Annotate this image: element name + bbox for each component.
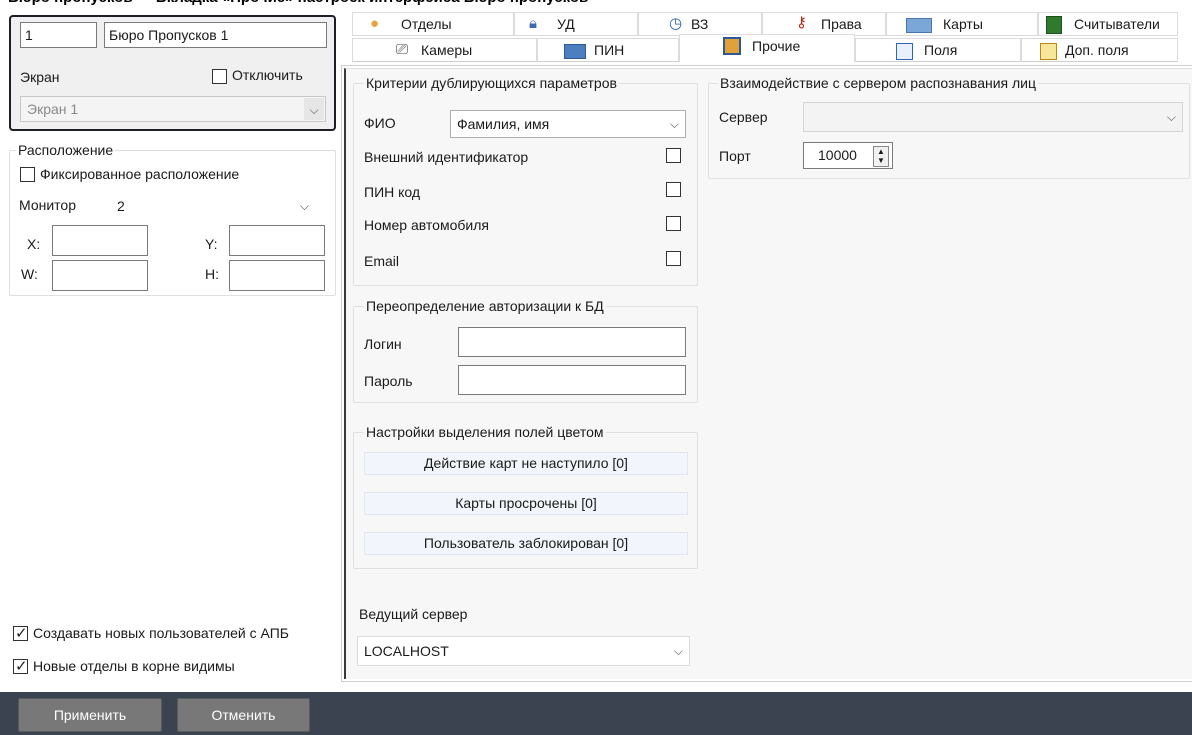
tab-label: Считыватели bbox=[1074, 16, 1160, 32]
chevron-down-icon: ⌵ bbox=[673, 644, 683, 658]
disable-label: Отключить bbox=[232, 67, 303, 83]
tab-other[interactable]: Прочие bbox=[679, 34, 855, 62]
screen-number-input[interactable]: 1 bbox=[20, 22, 97, 48]
apply-button[interactable]: Применить bbox=[18, 698, 162, 732]
spin-buttons-icon[interactable]: ▲ ▼ bbox=[873, 146, 889, 167]
tab-label: Права bbox=[821, 16, 862, 32]
login-label: Логин bbox=[364, 336, 402, 352]
tab-label: УД bbox=[557, 16, 575, 32]
reader-icon bbox=[1046, 16, 1062, 34]
tab-departments[interactable]: ● Отделы bbox=[352, 12, 514, 36]
tab-time-zones[interactable]: ◷ ВЗ bbox=[638, 12, 762, 36]
duplicates-legend: Критерии дублирующихся параметров bbox=[364, 75, 619, 91]
card-icon bbox=[906, 18, 932, 33]
lead-server-select[interactable]: LOCALHOST ⌵ bbox=[357, 636, 690, 666]
screen-select-value: Экран 1 bbox=[27, 101, 79, 117]
h-input[interactable] bbox=[229, 260, 325, 291]
not-started-color-button[interactable]: Действие карт не наступило [0] bbox=[364, 452, 688, 475]
tab-extra-fields[interactable]: Доп. поля bbox=[1021, 38, 1178, 62]
key-icon: ⚷ bbox=[796, 14, 807, 31]
lock-icon: 🔒︎ bbox=[529, 15, 537, 32]
face-server-legend: Взаимодействие с сервером распознавания … bbox=[718, 75, 1039, 91]
tab-readers[interactable]: Считыватели bbox=[1038, 12, 1178, 36]
person-icon: ● bbox=[370, 15, 380, 32]
x-label: X: bbox=[27, 236, 41, 252]
create-apb-checkbox[interactable] bbox=[13, 624, 28, 642]
car-number-label: Номер автомобиля bbox=[364, 217, 489, 233]
cropped-caption: Бюро пропусков — Вкладка «Прочие» настро… bbox=[0, 0, 1192, 5]
monitor-select-value: 2 bbox=[117, 198, 125, 214]
tab-label: Карты bbox=[943, 16, 983, 32]
blocked-color-button[interactable]: Пользователь заблокирован [0] bbox=[364, 532, 688, 555]
monitor-label: Монитор bbox=[19, 197, 76, 213]
pin-code-label: ПИН код bbox=[364, 184, 421, 200]
pin-code-checkbox[interactable] bbox=[666, 182, 681, 197]
port-value: 10000 bbox=[818, 147, 857, 163]
list-icon bbox=[896, 43, 913, 60]
screen-label: Экран bbox=[20, 69, 60, 85]
password-input[interactable] bbox=[458, 365, 686, 395]
lead-server-label: Ведущий сервер bbox=[359, 606, 468, 622]
tab-fields[interactable]: Поля bbox=[855, 38, 1021, 62]
chevron-down-icon: ⌵ bbox=[299, 199, 309, 213]
car-number-checkbox[interactable] bbox=[666, 216, 681, 231]
x-input[interactable] bbox=[52, 225, 148, 256]
create-apb-label: Создавать новых пользователей с АПБ bbox=[33, 625, 289, 641]
new-depts-label: Новые отделы в корне видимы bbox=[33, 658, 235, 674]
colors-legend: Настройки выделения полей цветом bbox=[364, 424, 606, 440]
password-label: Пароль bbox=[364, 373, 413, 389]
monitor-select[interactable]: 2 ⌵ bbox=[110, 193, 316, 219]
tab-cards[interactable]: Карты bbox=[886, 12, 1038, 36]
chevron-down-icon: ⌵ bbox=[669, 117, 679, 131]
fio-label: ФИО bbox=[364, 115, 396, 131]
fixed-location-checkbox[interactable] bbox=[20, 167, 35, 182]
camera-icon: ⎚ bbox=[396, 41, 409, 58]
tab-label: Доп. поля bbox=[1065, 42, 1129, 58]
tab-label: Поля bbox=[924, 42, 958, 58]
tab-label: ВЗ bbox=[691, 16, 709, 32]
fio-select[interactable]: Фамилия, имя ⌵ bbox=[450, 110, 686, 138]
chevron-down-icon: ⌵ bbox=[1166, 110, 1176, 124]
location-legend: Расположение bbox=[16, 142, 116, 158]
expired-color-button[interactable]: Карты просрочены [0] bbox=[364, 492, 688, 515]
fio-select-value: Фамилия, имя bbox=[457, 116, 550, 132]
tab-access-levels[interactable]: 🔒︎ УД bbox=[514, 12, 638, 36]
clock-icon: ◷ bbox=[669, 15, 683, 32]
y-label: Y: bbox=[205, 236, 218, 252]
pin-icon bbox=[564, 44, 586, 59]
port-spinner[interactable]: 10000 ▲ ▼ bbox=[803, 142, 893, 169]
new-depts-checkbox[interactable] bbox=[13, 657, 28, 675]
email-checkbox[interactable] bbox=[666, 251, 681, 266]
interface-name-input[interactable]: Бюро Пропусков 1 bbox=[104, 22, 327, 48]
disable-checkbox[interactable] bbox=[212, 69, 227, 84]
tab-label: Прочие bbox=[752, 38, 801, 54]
face-server-select[interactable]: ⌵ bbox=[803, 102, 1183, 132]
ext-id-label: Внешний идентификатор bbox=[364, 149, 529, 165]
login-input[interactable] bbox=[458, 327, 686, 357]
tab-rights[interactable]: ⚷ Права bbox=[762, 12, 886, 36]
w-input[interactable] bbox=[52, 260, 148, 291]
tab-label: ПИН bbox=[594, 42, 625, 58]
server-label: Сервер bbox=[719, 109, 768, 125]
screen-select: Экран 1 ⌵ bbox=[20, 96, 326, 122]
chevron-down-icon: ⌵ bbox=[304, 98, 324, 120]
auth-legend: Переопределение авторизации к БД bbox=[364, 298, 606, 314]
email-label: Email bbox=[364, 253, 400, 269]
fixed-location-label: Фиксированное расположение bbox=[40, 166, 240, 182]
h-label: H: bbox=[205, 266, 219, 282]
other-icon bbox=[723, 37, 741, 55]
y-input[interactable] bbox=[229, 225, 325, 256]
lead-server-value: LOCALHOST bbox=[364, 643, 449, 659]
ext-id-checkbox[interactable] bbox=[666, 148, 681, 163]
w-label: W: bbox=[21, 266, 38, 282]
cancel-button[interactable]: Отменить bbox=[177, 698, 310, 732]
tab-label: Камеры bbox=[421, 42, 473, 58]
port-label: Порт bbox=[719, 148, 751, 164]
tab-cameras[interactable]: ⎚ Камеры bbox=[352, 38, 537, 62]
tab-pin[interactable]: ПИН bbox=[537, 38, 679, 62]
tab-label: Отделы bbox=[401, 16, 452, 32]
list-icon bbox=[1040, 43, 1057, 60]
